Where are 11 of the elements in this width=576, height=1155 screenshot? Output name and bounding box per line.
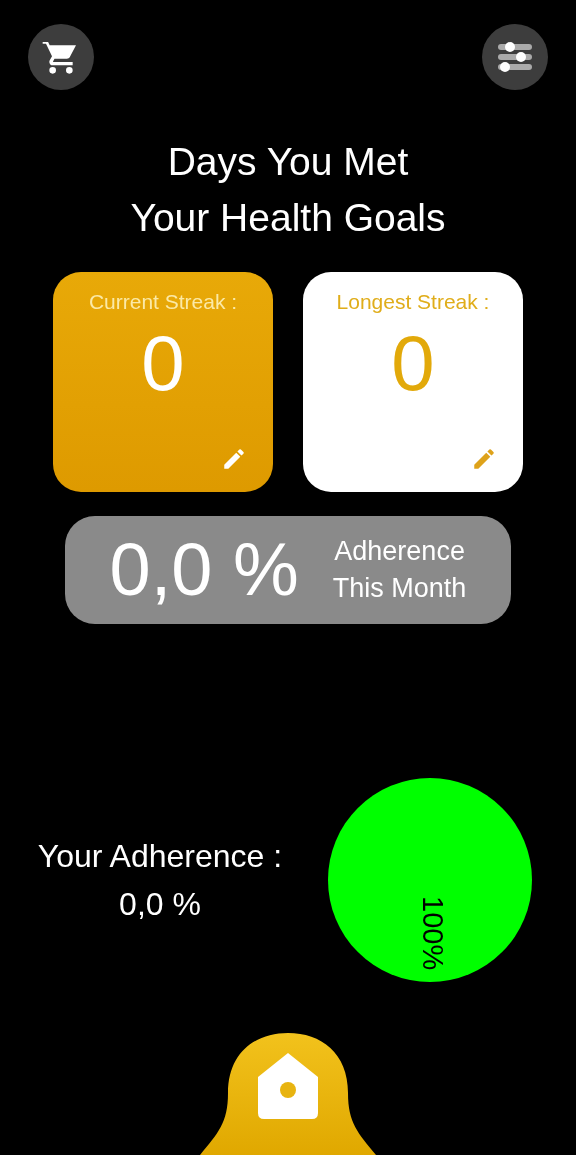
- streak-label: Longest Streak :: [336, 289, 490, 315]
- streak-value: 0: [391, 323, 435, 402]
- home-tab-button[interactable]: [200, 1033, 376, 1155]
- pie-value-label: 100%: [417, 896, 449, 971]
- monthly-adherence-value: 0,0 %: [109, 533, 299, 607]
- streak-value: 0: [141, 323, 185, 402]
- streak-label: Current Streak :: [88, 289, 238, 315]
- page-title: Days You Met Your Health Goals: [130, 139, 446, 241]
- adherence-value: 0,0 %: [119, 885, 201, 924]
- adherence-label: Your Adherence :: [37, 837, 283, 876]
- monthly-adherence-label: Adherence This Month: [332, 535, 467, 605]
